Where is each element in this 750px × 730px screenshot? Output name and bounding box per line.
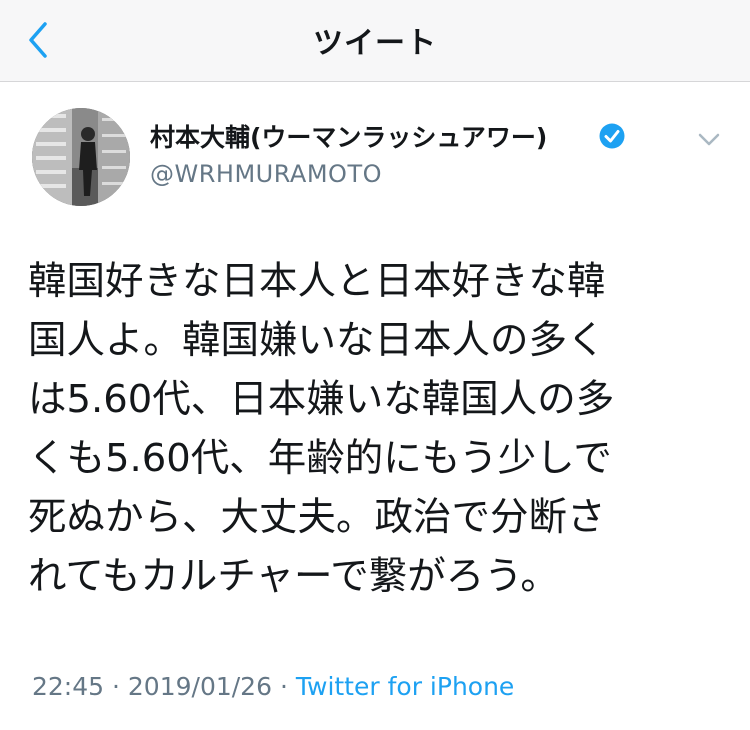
tweet-text-line: れてもカルチャーで繋がろう。 [28,554,559,599]
avatar[interactable] [32,108,130,206]
tweet-metadata: 22:45 · 2019/01/26 · Twitter for iPhone [32,672,514,701]
tweet-text-line: は5.60代、日本嫌いな韓国人の多 [28,377,615,422]
meta-separator: · [279,672,288,701]
avatar-photo [32,108,130,206]
tweet-date: 2019/01/26 [127,672,272,701]
tweet-text: 韓国好きな日本人と日本好きな韓 国人よ。韓国嫌いな日本人の多く は5.60代、日… [28,252,728,606]
chevron-down-icon[interactable] [696,130,722,150]
tweet-text-line: 国人よ。韓国嫌いな日本人の多く [28,318,606,363]
user-handle[interactable]: @WRHMURAMOTO [150,160,382,188]
tweet-text-line: 韓国好きな日本人と日本好きな韓 [28,259,606,304]
meta-separator: · [112,672,120,701]
tweet-text-line: くも5.60代、年齢的にもう少しで [28,436,612,481]
tweet-source-link[interactable]: Twitter for iPhone [296,672,514,701]
navigation-bar: ツイート [0,0,750,82]
verified-badge-icon [599,123,625,149]
tweet-time: 22:45 [32,672,105,701]
page-title: ツイート [313,26,437,61]
display-name[interactable]: 村本大輔(ウーマンラッシュアワー) [150,118,547,154]
tweet-detail: 村本大輔(ウーマンラッシュアワー) @WRHMURAMOTO 韓国好きな日本人と… [0,82,750,730]
tweet-text-line: 死ぬから、大丈夫。政治で分断さ [28,495,606,540]
